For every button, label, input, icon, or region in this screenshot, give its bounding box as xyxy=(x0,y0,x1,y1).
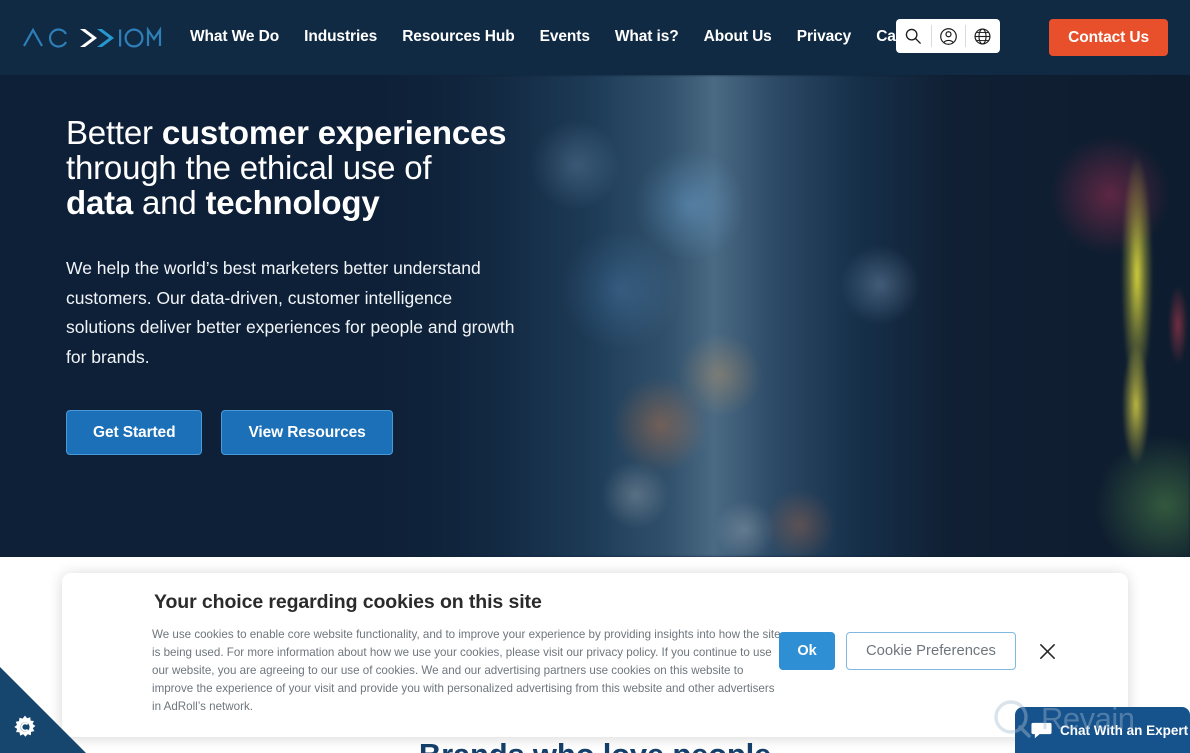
nav-item-about-us[interactable]: About Us xyxy=(704,27,772,47)
site-header: What We Do Industries Resources Hub Even… xyxy=(0,0,1190,75)
cookie-banner-actions: Ok Cookie Preferences xyxy=(779,632,1060,670)
brands-section-heading: Brands who love people xyxy=(0,737,1190,753)
chat-widget-label: Chat With an Expert xyxy=(1060,722,1189,738)
nav-item-what-is[interactable]: What is? xyxy=(615,27,679,47)
chat-bubble-icon xyxy=(1031,722,1052,739)
hero-title-line1-plain: Better xyxy=(66,114,162,151)
nav-item-industries[interactable]: Industries xyxy=(304,27,377,47)
view-resources-button[interactable]: View Resources xyxy=(221,410,393,455)
user-account-icon xyxy=(939,27,957,45)
nav-item-events[interactable]: Events xyxy=(540,27,590,47)
hero-title: Better customer experiences through the … xyxy=(66,115,586,220)
hero-cta-group: Get Started View Resources xyxy=(66,410,586,455)
acxiom-logo[interactable] xyxy=(22,22,162,54)
close-icon xyxy=(1040,643,1056,659)
language-button[interactable] xyxy=(965,19,1000,53)
hero-title-line3-bold1: data xyxy=(66,184,134,221)
main-navigation: What We Do Industries Resources Hub Even… xyxy=(190,27,933,47)
hero-title-line3-plain: and xyxy=(133,184,206,221)
cookie-settings-gear-icon xyxy=(14,715,36,737)
nav-item-what-we-do[interactable]: What We Do xyxy=(190,27,279,47)
header-icon-group xyxy=(896,19,1000,53)
cookie-ok-button[interactable]: Ok xyxy=(779,632,835,670)
hero-title-line1-bold: customer experiences xyxy=(161,114,507,151)
get-started-button[interactable]: Get Started xyxy=(66,410,203,455)
nav-item-resources-hub[interactable]: Resources Hub xyxy=(402,27,515,47)
nav-item-privacy[interactable]: Privacy xyxy=(797,27,852,47)
cookie-banner-title: Your choice regarding cookies on this si… xyxy=(154,591,542,613)
hero-subtitle: We help the world’s best marketers bette… xyxy=(66,258,515,367)
account-button[interactable] xyxy=(930,19,966,53)
acxiom-logo-icon xyxy=(23,26,162,48)
page-root: What We Do Industries Resources Hub Even… xyxy=(0,0,1190,753)
cookie-close-button[interactable] xyxy=(1036,639,1060,663)
search-icon xyxy=(906,28,922,44)
cookie-preferences-button[interactable]: Cookie Preferences xyxy=(846,632,1016,670)
hero-title-line2: through the ethical use of xyxy=(66,149,432,186)
cookie-settings-corner-button[interactable] xyxy=(0,667,86,753)
cookie-banner-text: We use cookies to enable core website fu… xyxy=(152,628,781,713)
chat-with-expert-button[interactable]: Chat With an Expert xyxy=(1015,707,1190,753)
globe-language-icon xyxy=(974,27,991,45)
cookie-consent-banner: Your choice regarding cookies on this si… xyxy=(62,573,1128,737)
corner-triangle xyxy=(0,667,86,753)
hero-section: Better customer experiences through the … xyxy=(0,75,1190,557)
search-button[interactable] xyxy=(896,19,931,53)
contact-us-button[interactable]: Contact Us xyxy=(1049,19,1168,56)
hero-title-line3-bold2: technology xyxy=(205,184,380,221)
hero-content: Better customer experiences through the … xyxy=(66,115,586,455)
